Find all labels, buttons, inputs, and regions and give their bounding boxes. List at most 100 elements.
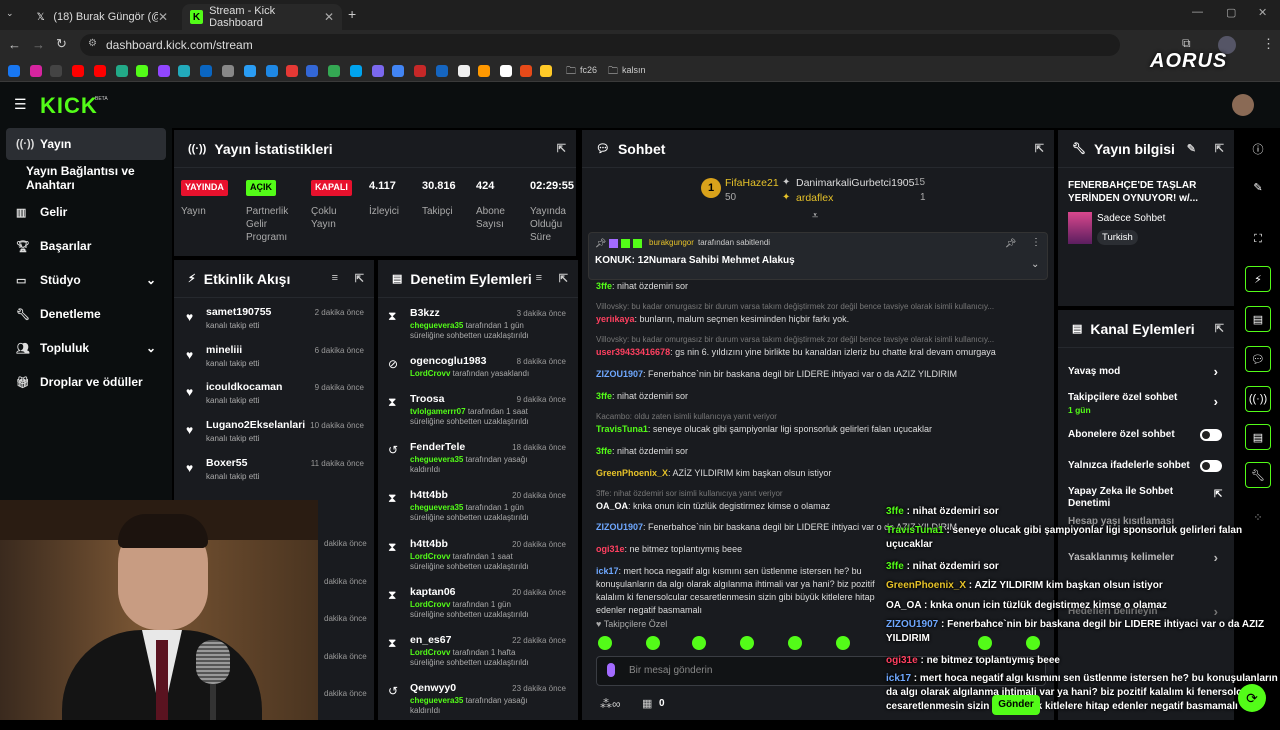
popout-icon[interactable]: ⇱ xyxy=(355,272,364,285)
extensions-icon[interactable]: ⧉ xyxy=(1182,36,1191,51)
package-icon[interactable]: ▦ xyxy=(642,697,652,710)
bookmark-icon[interactable] xyxy=(178,65,190,77)
emote-icon[interactable] xyxy=(740,636,754,650)
sub-only-toggle[interactable] xyxy=(1200,429,1222,441)
bookmark-icon[interactable] xyxy=(500,65,512,77)
chat-username[interactable]: GreenPhoenix_X xyxy=(596,468,668,478)
emote-icon[interactable] xyxy=(646,636,660,650)
sliders-icon[interactable]: ▤ xyxy=(1245,424,1271,450)
info-icon[interactable]: ⓘ xyxy=(1245,136,1271,162)
follower-only-button[interactable]: Takipçilere özel sohbet 1 gün › xyxy=(1068,392,1228,416)
sidebar-item-achievements[interactable]: 🏆︎ Başarılar xyxy=(6,230,166,262)
bookmark-icon[interactable] xyxy=(458,65,470,77)
chat-username[interactable]: ZIZOU1907 xyxy=(596,369,643,379)
tab-list-dropdown-icon[interactable]: ⌄ xyxy=(6,8,20,22)
bookmark-icon[interactable] xyxy=(328,65,340,77)
bookmark-icon[interactable] xyxy=(372,65,384,77)
emote-icon[interactable] xyxy=(598,636,612,650)
moderator-name[interactable]: cheguevera35 xyxy=(410,696,463,705)
moderated-user[interactable]: h4tt4bb xyxy=(410,489,448,501)
hamburger-menu-icon[interactable]: ☰ xyxy=(14,96,27,113)
moderated-user[interactable]: h4tt4bb xyxy=(410,538,448,550)
pinned-by-user[interactable]: burakgungor xyxy=(649,238,694,247)
address-bar[interactable]: ⚙ dashboard.kick.com/stream xyxy=(80,34,1120,56)
moderator-name[interactable]: LordCrovv xyxy=(410,600,450,609)
chat-username[interactable]: TravisTuna1 xyxy=(596,424,648,434)
bookmark-icon[interactable] xyxy=(266,65,278,77)
chat-username[interactable]: yeriıkaya xyxy=(596,314,635,324)
popout-icon[interactable]: ⇱ xyxy=(1215,142,1224,155)
kick-bookmark-icon[interactable] xyxy=(136,65,148,77)
moderated-user[interactable]: en_es67 xyxy=(410,634,451,646)
forward-icon[interactable]: → xyxy=(32,37,45,52)
follower-name[interactable]: icouldkocaman xyxy=(206,381,282,393)
reload-icon[interactable]: ↻ xyxy=(56,36,67,52)
kick-logo[interactable]: KICK xyxy=(40,93,98,119)
bookmark-icon[interactable] xyxy=(222,65,234,77)
bookmark-icon[interactable] xyxy=(244,65,256,77)
close-tab-icon[interactable]: ✕ xyxy=(324,10,334,24)
new-tab-icon[interactable]: + xyxy=(348,6,356,22)
chat-username[interactable]: user39433416678 xyxy=(596,347,670,357)
follower-name[interactable]: Boxer55 xyxy=(206,457,247,469)
edit-icon[interactable]: ✎ xyxy=(1245,174,1271,200)
follower-name[interactable]: samet190755 xyxy=(206,306,271,318)
moderated-user[interactable]: FenderTele xyxy=(410,441,465,453)
infinity-icon[interactable]: ⁂∞ xyxy=(600,697,621,711)
category-name[interactable]: Sadece Sohbet xyxy=(1097,213,1165,224)
moderated-user[interactable]: Troosa xyxy=(410,393,444,405)
youtube-bookmark-icon[interactable] xyxy=(72,65,84,77)
microphone-icon[interactable] xyxy=(607,663,615,677)
moderator-name[interactable]: LordCrovv xyxy=(410,552,450,561)
bookmark-icon[interactable] xyxy=(540,65,552,77)
youtube-bookmark-icon[interactable] xyxy=(94,65,106,77)
sidebar-item-moderation[interactable]: 🔧︎ Denetleme xyxy=(6,298,166,330)
bookmark-icon[interactable] xyxy=(520,65,532,77)
emote-only-toggle[interactable] xyxy=(1200,460,1222,472)
follower-name[interactable]: mineliii xyxy=(206,344,242,356)
sidebar-item-drops[interactable]: 🎁︎ Droplar ve ödüller xyxy=(6,366,166,398)
moderator-name[interactable]: cheguevera35 xyxy=(410,503,463,512)
site-info-icon[interactable]: ⚙ xyxy=(88,38,97,49)
moderated-user[interactable]: Qenwyy0 xyxy=(410,682,456,694)
drop-bookmark-icon[interactable] xyxy=(116,65,128,77)
bookmark-icon[interactable] xyxy=(286,65,298,77)
linkedin-bookmark-icon[interactable] xyxy=(200,65,212,77)
chat-username[interactable]: 3ffe xyxy=(596,391,612,401)
chat-fab-icon[interactable]: ⟳ xyxy=(1238,684,1266,712)
maximize-icon[interactable]: ▢ xyxy=(1226,6,1236,19)
bolt-icon[interactable]: ⚡︎ xyxy=(1245,266,1271,292)
twitch-bookmark-icon[interactable] xyxy=(158,65,170,77)
chat-username[interactable]: 3ffe xyxy=(596,446,612,456)
popout-icon[interactable]: ⇱ xyxy=(557,142,566,155)
emote-icon[interactable] xyxy=(836,636,850,650)
sidebar-item-revenue[interactable]: ▥ Gelir xyxy=(6,196,166,228)
moderator-name[interactable]: tvlolgamerrr07 xyxy=(410,407,466,416)
chat-username[interactable]: OA_OA xyxy=(596,501,628,511)
chevron-down-icon[interactable]: ⌄ xyxy=(1031,259,1039,270)
bookmark-icon[interactable] xyxy=(350,65,362,77)
menu-kebab-icon[interactable]: ⋮ xyxy=(1262,36,1275,52)
tab-kick-dashboard[interactable]: K Stream - Kick Dashboard ✕ xyxy=(182,4,342,30)
top-gifter-name[interactable]: FifaHaze21 xyxy=(725,177,779,189)
sidebar-item-stream-key[interactable]: Yayın Bağlantısı ve Anahtarı xyxy=(16,162,176,194)
gifter-name[interactable]: ardaflex xyxy=(796,192,833,204)
filter-icon[interactable]: ≡ xyxy=(536,272,542,284)
moderated-user[interactable]: kaptan06 xyxy=(410,586,456,598)
bookmark-icon[interactable] xyxy=(478,65,490,77)
chat-username[interactable]: ick17 xyxy=(596,566,619,576)
x-bookmark-icon[interactable] xyxy=(50,65,62,77)
bookmark-folder-kalsin[interactable]: kalsın xyxy=(622,65,646,75)
moderator-name[interactable]: LordCrovv xyxy=(410,648,450,657)
moderated-user[interactable]: B3kzz xyxy=(410,307,440,319)
send-button[interactable]: Gönder xyxy=(992,695,1040,715)
close-window-icon[interactable]: ✕ xyxy=(1258,6,1267,19)
back-icon[interactable]: ← xyxy=(8,37,21,52)
chat-bubble-icon[interactable]: 💬︎ xyxy=(1245,346,1271,372)
broadcast-icon[interactable]: ((·)) xyxy=(1245,386,1271,412)
filter-icon[interactable]: ≡ xyxy=(332,272,338,284)
chat-username[interactable]: ogi31e xyxy=(596,544,625,554)
moderated-user[interactable]: ogencoglu1983 xyxy=(410,355,486,367)
sidebar-item-community[interactable]: 👥︎ Topluluk ⌄ xyxy=(6,332,166,364)
bookmark-icon[interactable] xyxy=(392,65,404,77)
